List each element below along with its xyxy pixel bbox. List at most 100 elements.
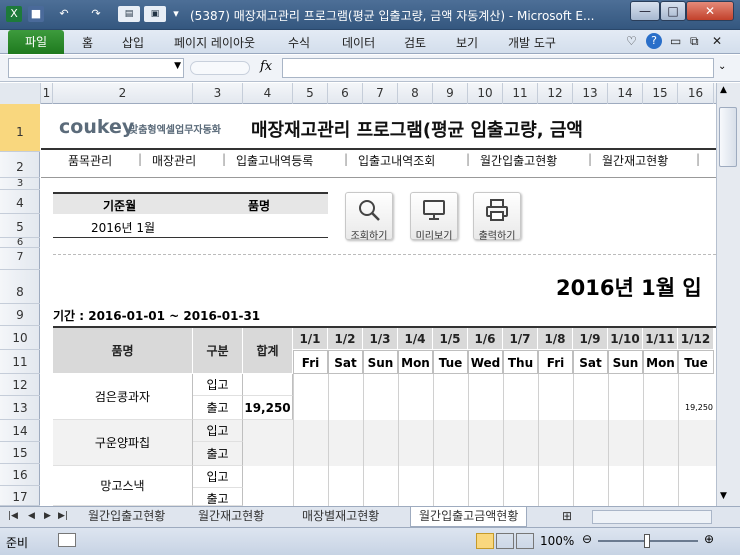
tab-page-layout[interactable]: 페이지 레이아웃 xyxy=(174,34,255,51)
chevron-down-icon[interactable]: ▼ xyxy=(174,61,181,71)
col-header[interactable]: 10 xyxy=(468,83,503,104)
excel-app-icon[interactable]: X xyxy=(6,6,22,22)
row-header[interactable]: 1 xyxy=(0,104,40,152)
item-name-cell[interactable]: 구운양파칩 xyxy=(53,420,193,466)
undo-icon[interactable]: ↶ xyxy=(56,6,72,22)
row-header[interactable]: 9 xyxy=(0,304,40,326)
doc-minimize-icon[interactable]: ▭ xyxy=(670,34,681,48)
type-in-cell[interactable]: 입고 xyxy=(193,374,243,396)
doc-close-icon[interactable]: ✕ xyxy=(712,34,722,48)
page-layout-view-icon[interactable] xyxy=(496,533,514,549)
maximize-button[interactable]: □ xyxy=(660,1,686,21)
row-header[interactable]: 3 xyxy=(0,178,40,190)
tab-home[interactable]: 홈 xyxy=(82,34,93,51)
new-sheet-icon[interactable]: ⊞ xyxy=(562,507,572,527)
type-out-cell[interactable]: 출고 xyxy=(193,488,243,506)
form-icon[interactable]: ▤ xyxy=(118,6,140,22)
col-header[interactable]: 11 xyxy=(503,83,538,104)
month-input[interactable]: 2016년 1월 xyxy=(53,214,193,238)
zoom-in-icon[interactable]: ⊕ xyxy=(704,532,714,546)
col-header[interactable]: 13 xyxy=(573,83,608,104)
col-header[interactable]: 8 xyxy=(398,83,433,104)
formula-input[interactable] xyxy=(282,58,714,78)
col-header[interactable]: 2 xyxy=(53,83,193,104)
type-out-cell[interactable]: 출고 xyxy=(193,396,243,420)
redo-icon[interactable]: ↷ xyxy=(88,6,104,22)
tab-formulas[interactable]: 수식 xyxy=(288,34,310,51)
nav-item-monthly-io[interactable]: 월간입출고현황 xyxy=(480,152,557,169)
row-header[interactable]: 8 xyxy=(0,270,40,304)
tab-insert[interactable]: 삽입 xyxy=(122,34,144,51)
row-header[interactable]: 6 xyxy=(0,238,40,248)
page-break-view-icon[interactable] xyxy=(516,533,534,549)
nav-item-io-inquiry[interactable]: 입출고내역조회 xyxy=(358,152,435,169)
search-button[interactable]: 조회하기 xyxy=(345,192,393,242)
row-header[interactable]: 4 xyxy=(0,190,40,214)
help-icon[interactable]: ? xyxy=(646,33,662,49)
expand-formula-icon[interactable]: ⌄ xyxy=(718,61,726,72)
type-in-cell[interactable]: 입고 xyxy=(193,466,243,488)
first-sheet-icon[interactable]: |◀ xyxy=(8,507,18,527)
nav-item-monthly-stock[interactable]: 월간재고현황 xyxy=(602,152,668,169)
doc-restore-icon[interactable]: ⧉ xyxy=(690,34,699,49)
col-header[interactable]: 5 xyxy=(293,83,328,104)
item-input[interactable] xyxy=(193,214,328,238)
total-in-cell[interactable] xyxy=(243,374,293,396)
minimize-button[interactable]: — xyxy=(630,1,660,21)
normal-view-icon[interactable] xyxy=(476,533,494,549)
next-sheet-icon[interactable]: ▶ xyxy=(44,507,51,527)
zoom-level[interactable]: 100% xyxy=(540,534,574,548)
insert-function-icon[interactable]: fx xyxy=(260,59,272,74)
tab-review[interactable]: 검토 xyxy=(404,34,426,51)
row-header[interactable]: 7 xyxy=(0,248,40,270)
prev-sheet-icon[interactable]: ◀ xyxy=(28,507,35,527)
save-icon[interactable]: ■ xyxy=(28,6,44,22)
scroll-down-icon[interactable]: ▼ xyxy=(720,491,727,501)
col-header[interactable]: 4 xyxy=(243,83,293,104)
zoom-slider-thumb[interactable] xyxy=(644,534,650,548)
item-name-cell[interactable]: 검은콩과자 xyxy=(53,374,193,420)
nav-item-products[interactable]: 품목관리 xyxy=(68,152,112,169)
col-header[interactable]: 15 xyxy=(643,83,678,104)
zoom-out-icon[interactable]: ⊖ xyxy=(582,532,592,546)
select-all-corner[interactable] xyxy=(0,83,41,104)
item-name-cell[interactable]: 망고스낵 xyxy=(53,466,193,506)
sheet-tab[interactable]: 월간재고현황 xyxy=(198,507,264,527)
col-header[interactable]: 9 xyxy=(433,83,468,104)
col-header[interactable]: 6 xyxy=(328,83,363,104)
row-header[interactable]: 17 xyxy=(0,486,40,506)
file-tab[interactable]: 파일 xyxy=(8,30,64,54)
col-header[interactable]: 3 xyxy=(193,83,243,104)
row-header[interactable]: 11 xyxy=(0,350,40,374)
col-header[interactable]: 7 xyxy=(363,83,398,104)
type-out-cell[interactable]: 출고 xyxy=(193,442,243,466)
name-box[interactable]: ▼ xyxy=(8,58,184,78)
close-button[interactable]: ✕ xyxy=(686,1,734,21)
col-header[interactable]: 16 xyxy=(678,83,714,104)
vertical-scrollbar[interactable]: ▲ ▼ xyxy=(716,83,740,506)
horizontal-scrollbar[interactable] xyxy=(592,510,712,524)
col-header[interactable]: 12 xyxy=(538,83,573,104)
total-out-cell[interactable]: 19,250 xyxy=(243,396,293,420)
print-button[interactable]: 출력하기 xyxy=(473,192,521,242)
nav-item-io-register[interactable]: 입출고내역등록 xyxy=(236,152,313,169)
preview-button[interactable]: 미리보기 xyxy=(410,192,458,242)
macro-record-icon[interactable] xyxy=(58,533,76,547)
row-header[interactable]: 16 xyxy=(0,464,40,486)
row-header[interactable]: 12 xyxy=(0,374,40,396)
scroll-up-icon[interactable]: ▲ xyxy=(720,85,727,95)
col-header[interactable]: 14 xyxy=(608,83,643,104)
col-header[interactable]: 1 xyxy=(41,83,53,104)
row-header[interactable]: 10 xyxy=(0,326,40,350)
row-header[interactable]: 14 xyxy=(0,420,40,442)
sheet-tab[interactable]: 매장별재고현황 xyxy=(302,507,379,527)
scroll-thumb[interactable] xyxy=(719,107,737,167)
customize-qat-icon[interactable]: ▾ xyxy=(168,6,184,22)
tab-developer[interactable]: 개발 도구 xyxy=(508,34,556,51)
type-in-cell[interactable]: 입고 xyxy=(193,420,243,442)
tab-view[interactable]: 보기 xyxy=(456,34,478,51)
jan12-out-cell[interactable]: 19,250 xyxy=(680,396,716,420)
ribbon-collapse-icon[interactable]: ♡ xyxy=(626,34,637,48)
row-header[interactable]: 2 xyxy=(0,152,40,178)
camera-icon[interactable]: ▣ xyxy=(144,6,166,22)
